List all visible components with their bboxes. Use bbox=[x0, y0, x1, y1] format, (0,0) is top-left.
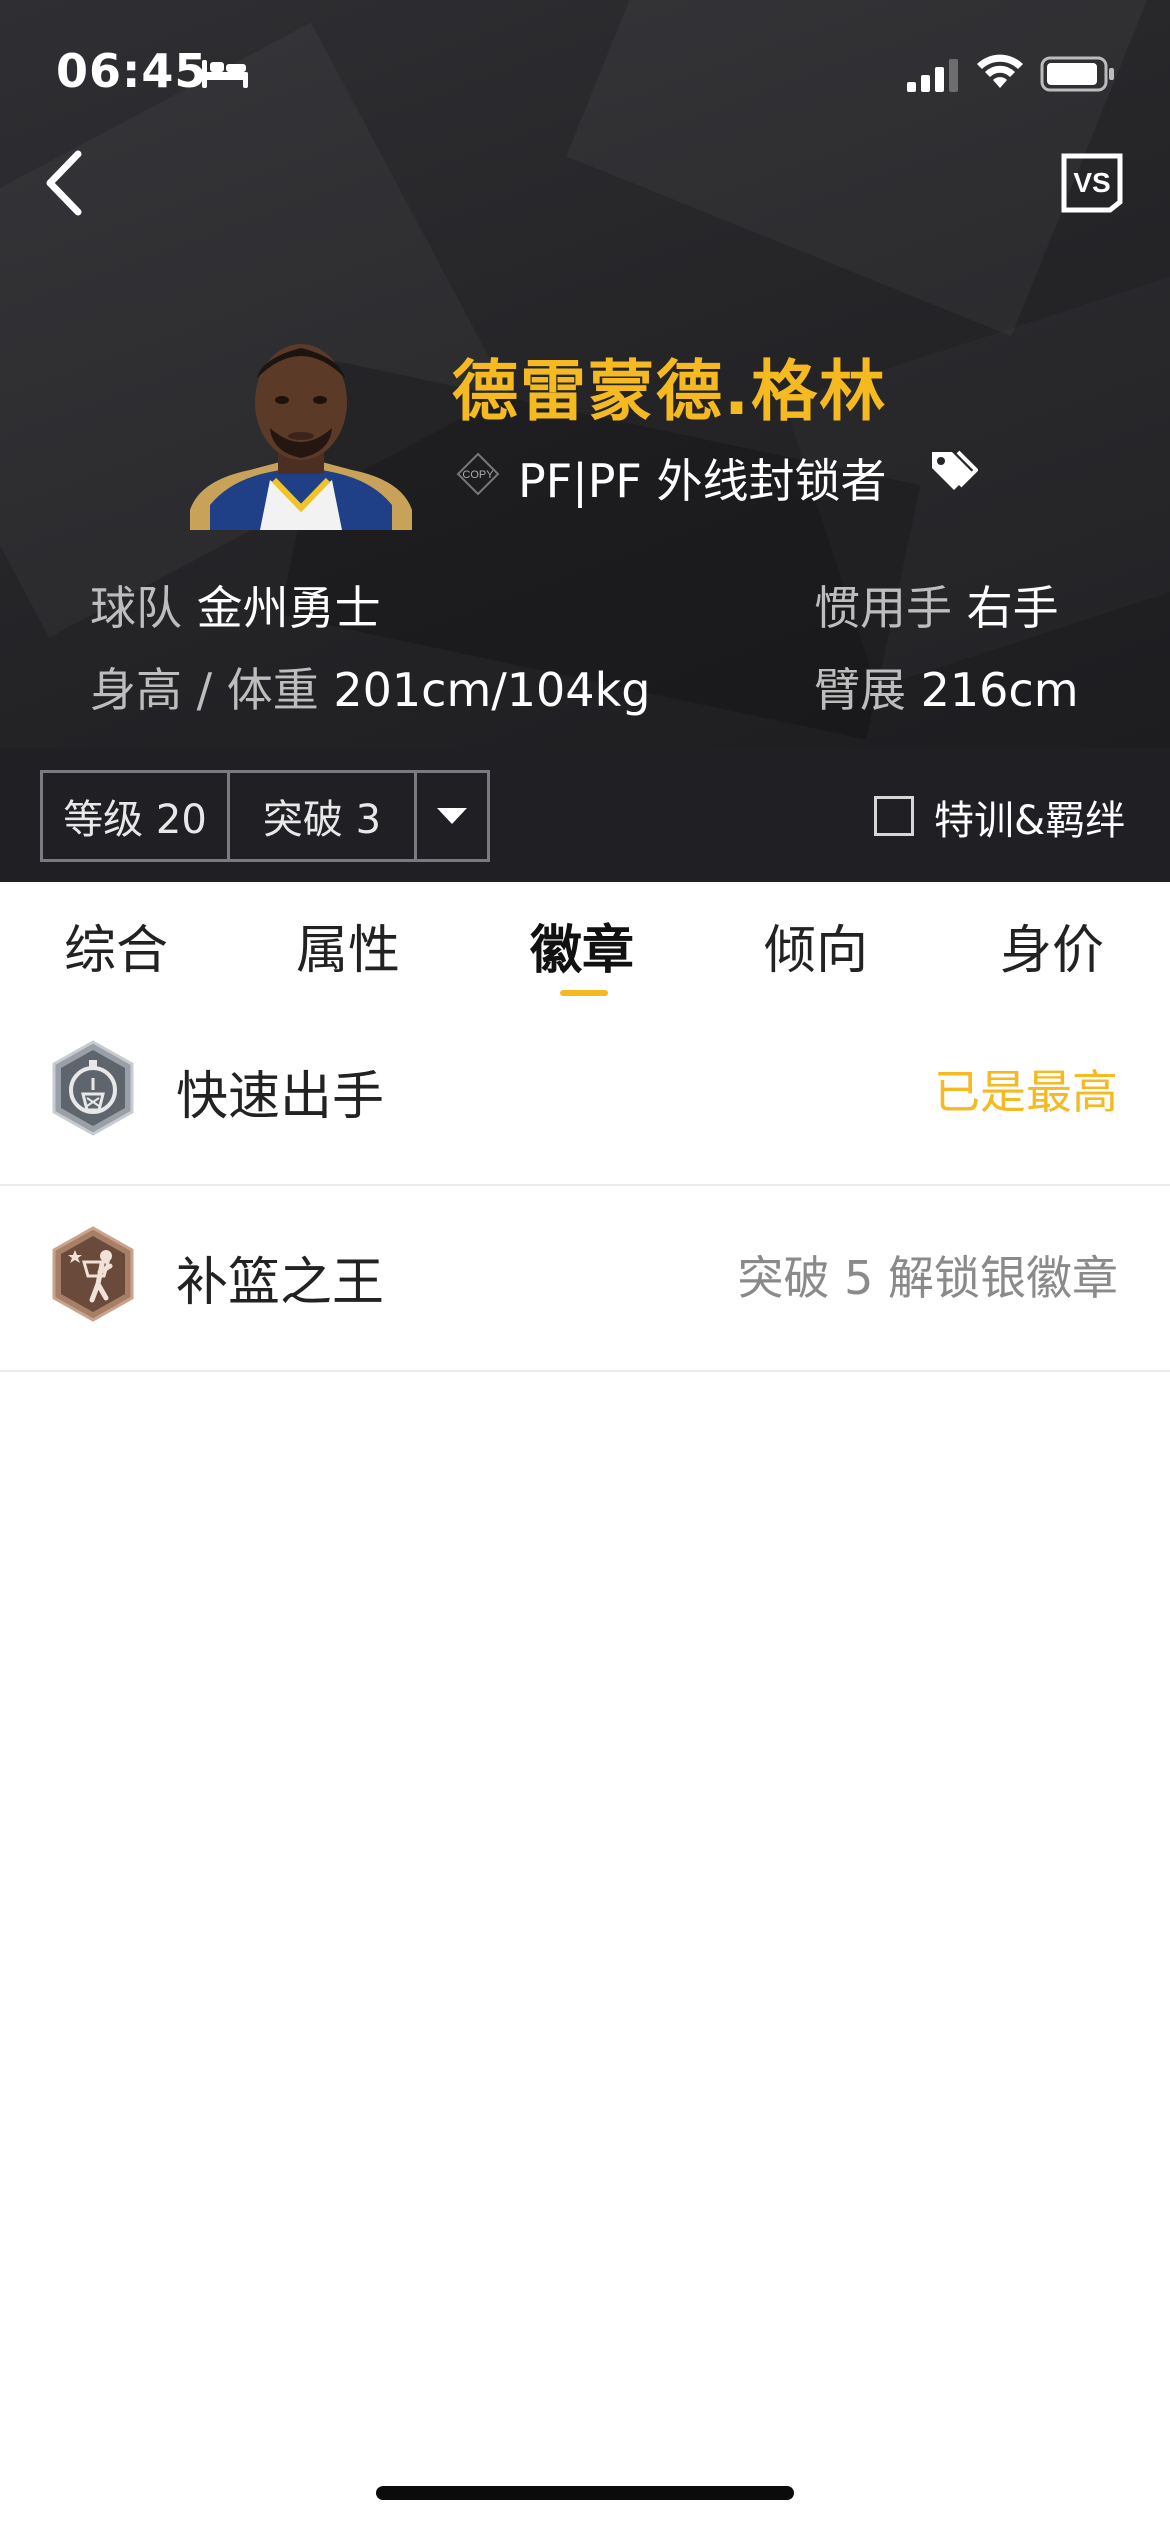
level-selector[interactable]: 等级 20 bbox=[40, 770, 230, 862]
putback-badge-icon bbox=[52, 1226, 134, 1322]
height-weight-label: 身高 / 体重 bbox=[90, 663, 319, 717]
player-name: 德雷蒙德.格林 bbox=[452, 353, 888, 430]
hand-label: 惯用手 bbox=[814, 581, 952, 635]
badge-status: 已是最高 bbox=[934, 1065, 1118, 1119]
team-info: 球队 金州勇士 bbox=[90, 572, 381, 638]
stopwatch-hoop-badge-icon bbox=[52, 1040, 134, 1136]
vs-compare-button[interactable]: VS bbox=[1060, 152, 1124, 214]
badge-row[interactable]: 快速出手 已是最高 bbox=[0, 1000, 1170, 1186]
bed-icon bbox=[202, 60, 248, 88]
status-time: 06:45 bbox=[56, 44, 208, 98]
player-hero: 06:45 VS 德雷蒙德.格林 COPY PF|PF 外线封锁者 球队 金州勇… bbox=[0, 0, 1170, 748]
team-value: 金州勇士 bbox=[196, 581, 381, 635]
player-avatar bbox=[190, 340, 412, 530]
tab-badges[interactable]: 徽章 bbox=[530, 908, 634, 983]
height-weight-info: 身高 / 体重 201cm/104kg bbox=[90, 654, 650, 720]
home-indicator[interactable] bbox=[376, 2486, 794, 2500]
vs-icon: VS bbox=[1061, 153, 1123, 213]
back-button[interactable] bbox=[40, 148, 90, 218]
tag-icon bbox=[932, 450, 978, 490]
player-position: PF|PF 外线封锁者 bbox=[518, 454, 887, 508]
training-bond-label[interactable]: 特训&羁绊 bbox=[934, 788, 1125, 846]
breakthrough-selector[interactable]: 突破 3 bbox=[227, 770, 417, 862]
detail-tabs: 综合 属性 徽章 倾向 身价 bbox=[0, 882, 1170, 1002]
wingspan-label: 臂展 bbox=[814, 663, 906, 717]
badge-row[interactable]: 补篮之王 突破 5 解锁银徽章 bbox=[0, 1186, 1170, 1372]
level-bar: 等级 20 突破 3 特训&羁绊 bbox=[0, 748, 1170, 882]
training-bond-checkbox[interactable] bbox=[874, 796, 914, 836]
badge-status: 突破 5 解锁银徽章 bbox=[737, 1251, 1118, 1305]
wifi-icon bbox=[977, 54, 1023, 88]
battery-icon bbox=[1040, 56, 1114, 92]
wingspan-value: 216cm bbox=[920, 663, 1079, 717]
tab-tendencies[interactable]: 倾向 bbox=[764, 908, 868, 983]
svg-text:VS: VS bbox=[1073, 167, 1110, 198]
badge-name: 补篮之王 bbox=[176, 1253, 385, 1313]
hand-info: 惯用手 右手 bbox=[814, 572, 1059, 638]
tab-overall[interactable]: 综合 bbox=[64, 908, 168, 983]
hand-value: 右手 bbox=[966, 581, 1059, 635]
badge-name: 快速出手 bbox=[176, 1067, 385, 1127]
svg-text:COPY: COPY bbox=[462, 469, 494, 481]
active-tab-indicator bbox=[560, 990, 608, 996]
team-label: 球队 bbox=[90, 581, 182, 635]
wingspan-info: 臂展 216cm bbox=[814, 654, 1079, 720]
copy-icon[interactable]: COPY bbox=[456, 452, 500, 496]
tab-value[interactable]: 身价 bbox=[1000, 908, 1104, 983]
height-weight-value: 201cm/104kg bbox=[333, 663, 651, 717]
tab-attributes[interactable]: 属性 bbox=[296, 908, 400, 983]
level-dropdown-button[interactable] bbox=[414, 770, 490, 862]
signal-icon bbox=[907, 59, 958, 92]
caret-down-icon bbox=[437, 808, 467, 824]
